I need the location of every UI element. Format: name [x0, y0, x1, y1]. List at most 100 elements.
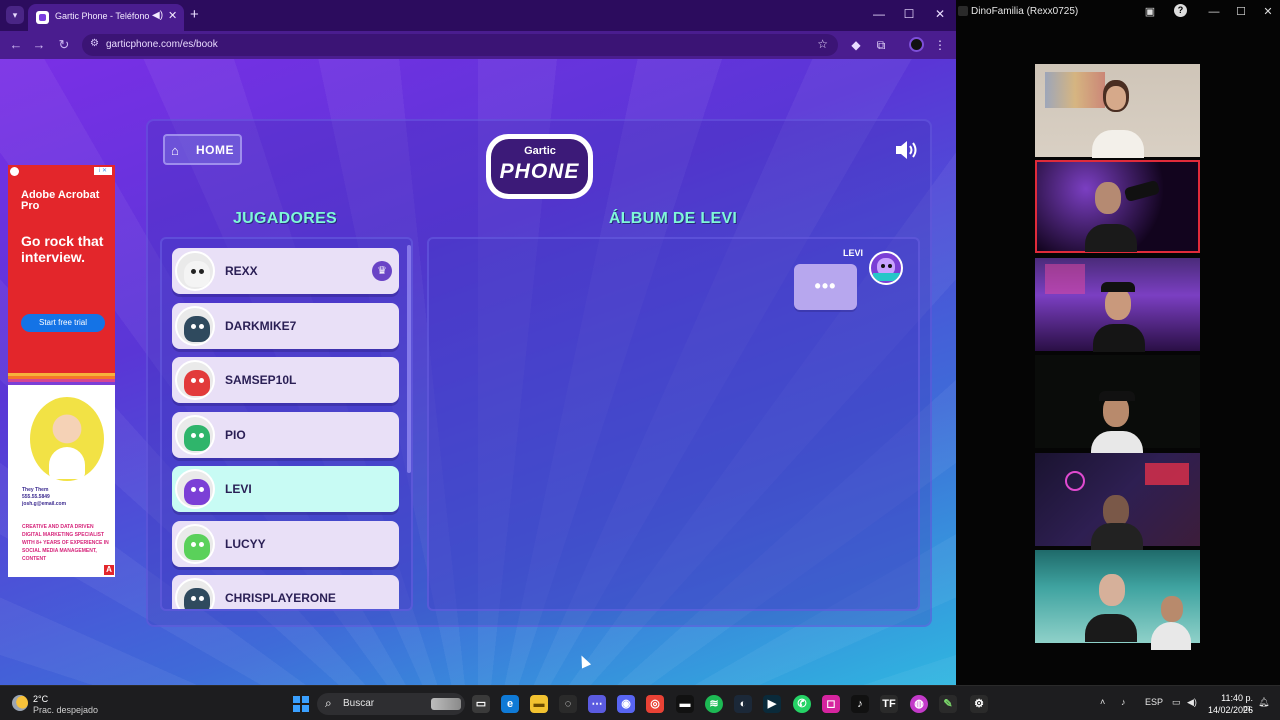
- home-button[interactable]: ⌂ HOME: [163, 134, 242, 165]
- ad-cta-button[interactable]: Start free trial: [21, 314, 105, 332]
- settings-gear-icon[interactable]: ⚙: [970, 695, 988, 713]
- game-launcher-icon[interactable]: ▶: [763, 695, 781, 713]
- file-explorer-icon[interactable]: ▬: [530, 695, 548, 713]
- video-tile[interactable]: [1035, 453, 1200, 551]
- gartic-favicon-icon: [36, 11, 49, 24]
- logo-top-text: Gartic: [524, 145, 556, 157]
- gartic-phone-logo: Gartic PHONE: [486, 134, 593, 199]
- sound-icon[interactable]: [894, 139, 920, 161]
- extension-diamond-icon[interactable]: ◆: [848, 37, 864, 53]
- player-item[interactable]: REXX ♛: [172, 248, 399, 294]
- tab-search-button[interactable]: ▾: [6, 6, 24, 24]
- volume-icon[interactable]: ◀): [1187, 697, 1197, 708]
- search-icon: ⌕: [325, 696, 332, 710]
- apps-grid-icon[interactable]: ⋯: [588, 695, 606, 713]
- weather-icon[interactable]: [12, 695, 28, 711]
- kebab-menu-icon[interactable]: ⋮: [932, 37, 948, 53]
- back-icon[interactable]: ←: [7, 36, 25, 54]
- video-tile[interactable]: [1035, 550, 1200, 650]
- video-tile[interactable]: [1035, 64, 1200, 158]
- address-bar[interactable]: ⚙ garticphone.com/es/book ☆: [82, 34, 838, 56]
- search-highlight-image: [431, 698, 461, 710]
- tiktok-icon[interactable]: ♪: [851, 695, 869, 713]
- player-avatar: [175, 578, 215, 609]
- profile-avatar[interactable]: [909, 37, 924, 52]
- call-title: DinoFamilia (Rexx0725): [971, 6, 1079, 17]
- player-item[interactable]: SAMSEP10L: [172, 357, 399, 403]
- tf-app-icon[interactable]: TF: [880, 695, 898, 713]
- player-item[interactable]: LEVI: [172, 466, 399, 512]
- player-avatar: [175, 360, 215, 400]
- microphone-icon[interactable]: ♪: [1121, 697, 1126, 707]
- minimize-button[interactable]: —: [869, 7, 889, 21]
- url-text[interactable]: garticphone.com/es/book: [106, 39, 218, 50]
- close-tab-icon[interactable]: ✕: [168, 9, 177, 22]
- reload-icon[interactable]: ↻: [55, 36, 73, 54]
- player-name: LUCYY: [225, 536, 266, 551]
- player-item[interactable]: DARKMIKE7: [172, 302, 399, 349]
- chrome-icon[interactable]: ◎: [646, 695, 664, 713]
- player-item[interactable]: PIO: [172, 411, 399, 458]
- player-item[interactable]: LUCYY: [172, 520, 399, 567]
- discord-logo-icon: [958, 6, 968, 16]
- players-scrollbar[interactable]: [407, 245, 411, 473]
- help-icon[interactable]: ?: [1174, 4, 1187, 17]
- bookmark-star-icon[interactable]: ☆: [817, 37, 828, 51]
- site-info-icon[interactable]: ⚙: [90, 38, 99, 49]
- new-tab-button[interactable]: +: [190, 6, 199, 24]
- task-view-icon[interactable]: ▭: [472, 695, 490, 713]
- player-name: PIO: [225, 427, 246, 442]
- start-button[interactable]: [293, 696, 309, 712]
- ad-contact: They Them 555.55.5849 josh.g@email.com: [22, 487, 67, 507]
- adobe-logo-icon: A: [104, 565, 114, 575]
- typing-dots: •••: [814, 276, 837, 296]
- players-list[interactable]: REXX ♛ DARKMIKE7 SAMSEP10L PIO LEVI LUCYY CHRIS…: [160, 237, 413, 611]
- address-bar-row: ← → ↻ ⚙ garticphone.com/es/book ☆ ◆ ⧉ ⋮: [0, 31, 956, 59]
- terminal-icon[interactable]: ▬: [676, 695, 694, 713]
- weather-desc[interactable]: Prac. despejado: [33, 705, 98, 715]
- notification-bell-icon[interactable]: 🔔︎: [1258, 697, 1269, 708]
- tab-gartic-phone[interactable]: Gartic Phone - Teléfono De ◀) ✕: [28, 4, 184, 31]
- player-item[interactable]: CHRISPLAYERONE: [172, 575, 399, 609]
- forward-icon[interactable]: →: [30, 36, 48, 54]
- weather-temp[interactable]: 2°C: [33, 694, 48, 704]
- edge-icon[interactable]: e: [501, 695, 519, 713]
- spotify-icon[interactable]: ≋: [705, 695, 723, 713]
- ad-stripes: [8, 373, 115, 385]
- player-name: REXX: [225, 264, 258, 278]
- player-avatar: [175, 414, 215, 455]
- discord-icon[interactable]: ◉: [617, 695, 635, 713]
- close-window-button[interactable]: ✕: [930, 7, 950, 21]
- adchoices-icon[interactable]: i ✕: [94, 167, 112, 175]
- media-app-icon[interactable]: ◍: [910, 695, 928, 713]
- video-tile[interactable]: [1035, 160, 1200, 253]
- clock-date[interactable]: 14/02/2026: [1205, 705, 1253, 715]
- ad-banner[interactable]: i ✕ Adobe Acrobat Pro Go rock that inter…: [8, 165, 115, 577]
- extensions-puzzle-icon[interactable]: ⧉: [873, 37, 889, 53]
- call-maximize-button[interactable]: ☐: [1233, 4, 1249, 20]
- whatsapp-icon[interactable]: ✆: [793, 695, 811, 713]
- call-close-button[interactable]: ✕: [1260, 4, 1276, 20]
- tray-chevron-icon[interactable]: ˄: [1100, 697, 1105, 707]
- tab-title: Gartic Phone - Teléfono De: [55, 11, 151, 21]
- players-title: JUGADORES: [232, 210, 338, 227]
- pen-app-icon[interactable]: ✎: [939, 695, 957, 713]
- steam-icon[interactable]: ◐: [734, 695, 752, 713]
- dev-icon[interactable]: ◌: [559, 695, 577, 713]
- language-indicator[interactable]: ESP: [1145, 697, 1163, 707]
- player-name: CHRISPLAYERONE: [225, 591, 336, 605]
- instagram-icon[interactable]: ◻: [822, 695, 840, 713]
- maximize-button[interactable]: ☐: [899, 7, 919, 21]
- taskbar-search[interactable]: ⌕ Buscar: [317, 693, 465, 715]
- player-avatar: [175, 469, 215, 509]
- network-icon[interactable]: ▭: [1172, 697, 1181, 708]
- popout-icon[interactable]: ▣: [1142, 4, 1158, 20]
- typing-bubble: •••: [794, 264, 857, 310]
- video-tile[interactable]: [1035, 258, 1200, 352]
- call-minimize-button[interactable]: —: [1206, 4, 1222, 20]
- search-label: Buscar: [343, 698, 375, 709]
- ad-person-image: [30, 397, 104, 481]
- ad-bio: CREATIVE AND DATA DRIVEN DIGITAL MARKETI…: [22, 524, 109, 562]
- speaker-icon[interactable]: ◀): [152, 10, 163, 21]
- video-tile[interactable]: [1035, 355, 1200, 459]
